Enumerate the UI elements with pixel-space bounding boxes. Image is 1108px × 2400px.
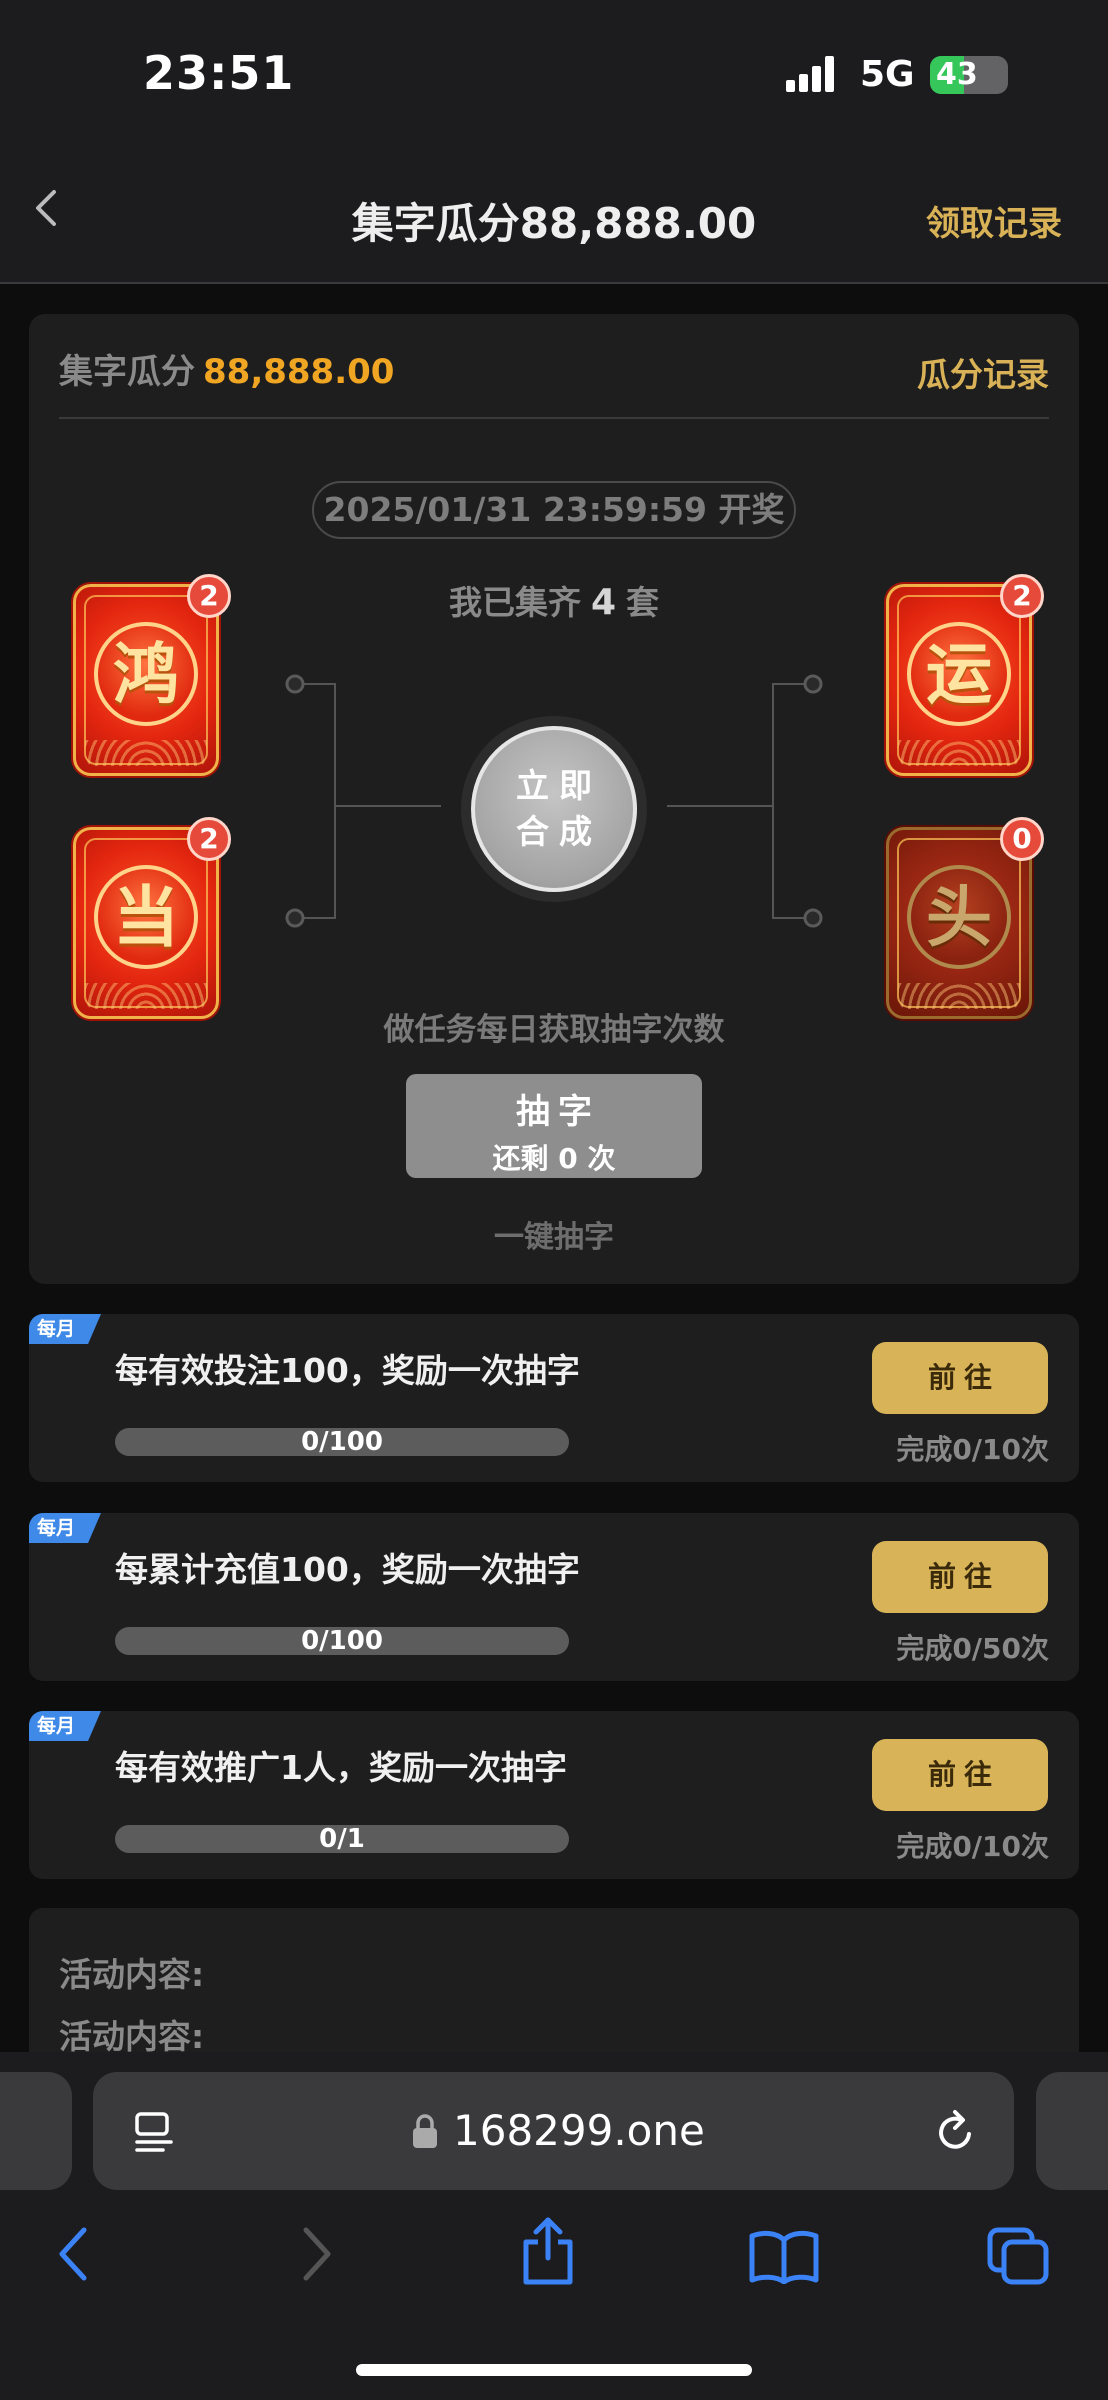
home-indicator xyxy=(356,2364,752,2376)
previous-tab-peek[interactable] xyxy=(0,2072,72,2190)
task-progress-bar: 0/100 xyxy=(115,1627,569,1655)
word-char: 运 xyxy=(926,635,992,713)
task-progress-bar: 0/1 xyxy=(115,1825,569,1853)
word-count-badge: 2 xyxy=(187,817,231,861)
status-bar: 23:51 5G 43 xyxy=(0,0,1108,140)
synthesize-button[interactable]: 立即 合成 xyxy=(471,726,637,892)
tabs-icon[interactable] xyxy=(986,2226,1052,2288)
activity-title: 活动内容: xyxy=(59,1955,205,1994)
word-count-badge: 2 xyxy=(187,574,231,618)
task-completion-count: 完成0/10次 xyxy=(896,1830,1049,1863)
synthesize-line1: 立即 xyxy=(516,766,602,805)
progress-text: 0/100 xyxy=(301,1627,383,1655)
draw-word-button[interactable]: 抽字 还剩 0 次 xyxy=(406,1074,702,1178)
go-button[interactable]: 前往 xyxy=(872,1541,1048,1613)
go-button[interactable]: 前往 xyxy=(872,1342,1048,1414)
progress-text: 0/100 xyxy=(301,1428,383,1456)
battery-icon: 43 xyxy=(930,56,1008,94)
word-card-dang: 当 2 xyxy=(73,817,231,1023)
back-nav-icon[interactable] xyxy=(54,2224,94,2284)
battery-level: 43 xyxy=(936,57,978,92)
task-card-referral: 每月 每有效推广1人，奖励一次抽字 0/1 前往 完成0/10次 xyxy=(29,1711,1079,1879)
monthly-tag: 每月 xyxy=(29,1513,101,1543)
task-completion-count: 完成0/10次 xyxy=(896,1433,1049,1466)
word-count-badge: 2 xyxy=(1000,574,1044,618)
collect-words-card: 集字瓜分 88,888.00 瓜分记录 2025/01/31 23:59:59 开… xyxy=(29,314,1079,1284)
progress-text: 0/1 xyxy=(319,1825,365,1853)
task-hint: 做任务每日获取抽字次数 xyxy=(383,1012,725,1048)
word-char: 头 xyxy=(926,878,992,956)
draw-label: 抽字 xyxy=(516,1092,600,1132)
task-completion-count: 完成0/50次 xyxy=(896,1632,1049,1665)
synthesize-line2: 合成 xyxy=(516,812,602,851)
nav-bar: 集字瓜分88,888.00 领取记录 xyxy=(0,140,1108,284)
task-card-bet: 每月 每有效投注100，奖励一次抽字 0/100 前往 完成0/10次 xyxy=(29,1314,1079,1482)
one-click-draw-button[interactable]: 一键抽字 xyxy=(29,1212,1079,1256)
network-type: 5G xyxy=(860,54,915,95)
word-card-tou: 头 0 xyxy=(886,817,1044,1023)
task-card-deposit: 每月 每累计充值100，奖励一次抽字 0/100 前往 完成0/50次 xyxy=(29,1513,1079,1681)
word-count-badge: 0 xyxy=(1000,817,1044,861)
reload-icon[interactable] xyxy=(933,2106,979,2156)
forward-nav-icon[interactable] xyxy=(296,2224,336,2284)
next-tab-peek[interactable] xyxy=(1036,2072,1108,2190)
status-time: 23:51 xyxy=(143,46,295,100)
word-card-yun: 运 2 xyxy=(886,574,1044,780)
url-text: 168299.one xyxy=(453,2106,705,2155)
activity-title: 活动内容: xyxy=(59,2017,205,2056)
bookmarks-icon[interactable] xyxy=(748,2228,820,2284)
word-card-hong: 鸿 2 xyxy=(73,574,231,780)
draw-remaining: 还剩 0 次 xyxy=(492,1142,616,1175)
monthly-tag: 每月 xyxy=(29,1314,101,1344)
browser-toolbar: 168299.one xyxy=(0,2052,1108,2400)
address-bar[interactable]: 168299.one xyxy=(93,2072,1014,2190)
lock-icon xyxy=(413,2114,437,2148)
claim-record-link[interactable]: 领取记录 xyxy=(926,196,1062,245)
word-char: 当 xyxy=(113,878,179,956)
word-char: 鸿 xyxy=(113,635,179,713)
share-icon[interactable] xyxy=(518,2216,578,2286)
page-menu-icon[interactable] xyxy=(133,2110,177,2154)
signal-icon xyxy=(786,56,842,92)
monthly-tag: 每月 xyxy=(29,1711,101,1741)
task-description: 每有效推广1人，奖励一次抽字 xyxy=(115,1748,567,1787)
task-description: 每累计充值100，奖励一次抽字 xyxy=(115,1550,580,1589)
task-description: 每有效投注100，奖励一次抽字 xyxy=(115,1351,580,1390)
task-progress-bar: 0/100 xyxy=(115,1428,569,1456)
go-button[interactable]: 前往 xyxy=(872,1739,1048,1811)
